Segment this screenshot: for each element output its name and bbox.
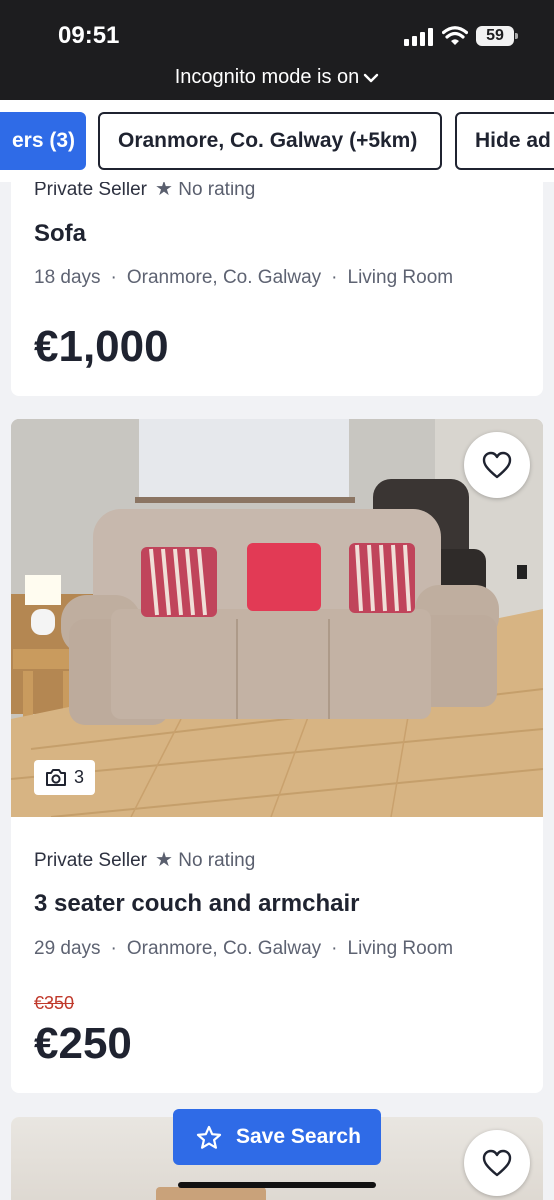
heart-icon: [482, 1149, 512, 1177]
listing-location: Oranmore, Co. Galway: [126, 267, 322, 288]
seller-rating: No rating: [178, 179, 256, 200]
clock: 09:51: [58, 22, 120, 49]
listing-meta: 29 days · Oranmore, Co. Galway · Living Room: [34, 938, 454, 959]
listing-age: 29 days: [34, 938, 101, 959]
chevron-down-icon: [364, 73, 379, 82]
photo-count: 3: [74, 767, 85, 787]
listing-card[interactable]: Private Seller ★ No rating Sofa 18 days · O…: [11, 150, 543, 396]
location-filter-chip[interactable]: Oranmore, Co. Galway (+5km): [98, 112, 442, 170]
home-indicator[interactable]: [178, 1182, 376, 1188]
listing-price: €1,000: [34, 322, 169, 371]
listing-card[interactable]: 3 Private Seller ★ No rating 3 seater cou…: [11, 419, 543, 1093]
seller-info: Private Seller ★ No rating: [34, 847, 255, 872]
listing-price: €250: [34, 1019, 132, 1068]
camera-icon: [46, 769, 66, 786]
seller-type: Private Seller: [34, 179, 147, 200]
seller-rating: No rating: [178, 850, 256, 871]
favorite-button[interactable]: [464, 1130, 530, 1196]
listing-category: Living Room: [347, 938, 454, 959]
incognito-label: Incognito mode is on: [174, 66, 360, 88]
listing-age: 18 days: [34, 267, 101, 288]
favorite-button[interactable]: [464, 432, 530, 498]
listing-title[interactable]: Sofa: [34, 220, 86, 248]
listing-photo[interactable]: [11, 419, 543, 817]
star-icon: ★: [155, 849, 173, 871]
photo-count-badge: 3: [34, 760, 95, 795]
original-price: €350: [34, 993, 75, 1013]
listing-title[interactable]: 3 seater couch and armchair: [34, 890, 359, 918]
status-bar: 09:51 59 Incognito mode is on: [0, 0, 554, 100]
listing-photo-detail: [156, 1187, 266, 1200]
listing-location: Oranmore, Co. Galway: [126, 938, 322, 959]
listing-category: Living Room: [347, 267, 454, 288]
heart-icon: [482, 451, 512, 479]
battery-icon: 59: [476, 26, 518, 46]
star-icon: [196, 1125, 222, 1149]
listing-meta: 18 days · Oranmore, Co. Galway · Living Room: [34, 267, 454, 288]
save-search-button[interactable]: Save Search: [173, 1109, 381, 1165]
seller-type: Private Seller: [34, 850, 147, 871]
cellular-signal-icon: [404, 28, 434, 46]
save-search-label: Save Search: [236, 1125, 361, 1148]
incognito-banner[interactable]: Incognito mode is on: [0, 66, 554, 89]
filter-bar: ers (3) Oranmore, Co. Galway (+5km) Hide…: [0, 100, 554, 182]
filters-chip[interactable]: ers (3): [0, 112, 86, 170]
wifi-icon: [442, 26, 468, 45]
hide-ads-chip[interactable]: Hide ad: [455, 112, 554, 170]
